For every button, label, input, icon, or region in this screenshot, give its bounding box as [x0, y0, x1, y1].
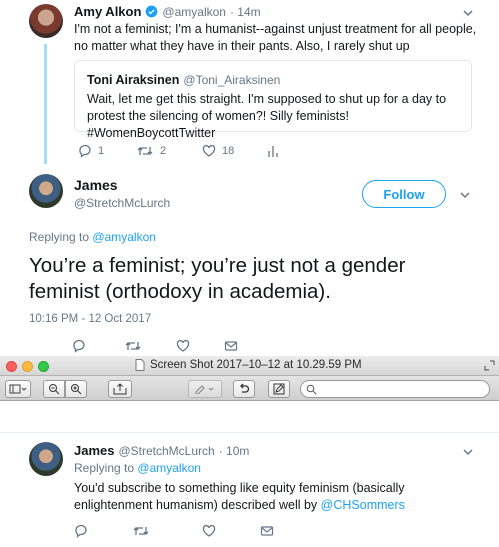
tweet2-text: You’re a feminist; you’re just not a gen…	[29, 254, 406, 303]
analytics-button[interactable]	[266, 144, 280, 158]
tweet3-replying-to: Replying to @amyalkon	[74, 461, 201, 475]
tweet1-author-name[interactable]: Amy Alkon	[74, 4, 141, 19]
tweet2-timestamp[interactable]: 10:16 PM - 12 Oct 2017	[29, 313, 151, 325]
tweet3-actions	[74, 524, 274, 538]
rotate-icon	[238, 383, 250, 395]
retweet-icon	[136, 144, 154, 158]
reply-icon	[78, 144, 92, 158]
like-button[interactable]: 18	[202, 144, 234, 158]
tweet1-time[interactable]: · 14m	[230, 5, 261, 19]
reply-count: 1	[98, 145, 105, 157]
reply-icon[interactable]	[74, 524, 88, 538]
zoom-out-button[interactable]	[43, 380, 65, 398]
quoted-author-name: Toni Airaksinen	[87, 73, 180, 87]
reply-button[interactable]: 1	[78, 144, 104, 158]
retweet-icon[interactable]	[132, 524, 150, 538]
tweet2-author-name[interactable]: James	[74, 177, 118, 193]
sidebar-icon	[9, 384, 27, 394]
preview-titlebar: Screen Shot 2017–10–12 at 10.29.59 PM	[0, 356, 499, 376]
search-field[interactable]	[300, 380, 490, 398]
heart-icon[interactable]	[202, 524, 216, 538]
share-icon	[113, 383, 127, 395]
tweet2-author-handle[interactable]: @StretchMcLurch	[74, 196, 170, 210]
zoom-window-button[interactable]	[38, 361, 49, 372]
tweet1-author-handle[interactable]: @amyalkon	[162, 5, 226, 19]
quoted-text: Wait, let me get this straight. I'm supp…	[87, 92, 447, 140]
replying-to-mention[interactable]: @amyalkon	[92, 230, 156, 244]
tweet1-menu-chevron-icon[interactable]	[461, 6, 475, 20]
zoom-in-button[interactable]	[65, 380, 87, 398]
tweet1-header: Amy Alkon @amyalkon · 14m	[74, 4, 261, 19]
avatar-james[interactable]	[29, 174, 63, 208]
tweet3-header: James @StretchMcLurch · 10m	[74, 443, 249, 458]
tweet3-author-handle[interactable]: @StretchMcLurch	[118, 444, 214, 458]
reply-icon[interactable]	[72, 339, 86, 353]
replying-prefix: Replying to	[74, 461, 135, 475]
minimize-window-button[interactable]	[22, 361, 33, 372]
avatar-james-small[interactable]	[29, 442, 63, 476]
highlight-button[interactable]	[188, 380, 222, 398]
window-title: Screen Shot 2017–10–12 at 10.29.59 PM	[135, 359, 362, 371]
quoted-tweet[interactable]: Toni Airaksinen @Toni_Airaksinen Wait, l…	[74, 60, 472, 140]
verified-badge-icon	[145, 5, 158, 18]
retweet-button[interactable]: 2	[136, 144, 166, 158]
rotate-button[interactable]	[233, 380, 255, 398]
heart-icon	[202, 144, 216, 158]
bar-chart-icon	[266, 144, 280, 158]
avatar-amy-alkon[interactable]	[29, 4, 63, 38]
search-icon	[306, 384, 317, 395]
zoom-out-icon	[48, 383, 60, 395]
window-title-text: Screen Shot 2017–10–12 at 10.29.59 PM	[150, 359, 362, 371]
close-window-button[interactable]	[6, 361, 17, 372]
markup-pen-icon	[273, 383, 285, 395]
highlighter-icon	[194, 384, 216, 394]
thread-line	[44, 44, 47, 164]
tweet1-actions: 1 2 18	[78, 144, 298, 160]
replying-prefix: Replying to	[29, 230, 90, 244]
tweet3-menu-chevron-icon[interactable]	[461, 445, 475, 459]
share-button[interactable]	[108, 380, 132, 398]
tweet3-time[interactable]: · 10m	[219, 444, 250, 458]
preview-toolbar	[0, 376, 499, 401]
follow-button[interactable]: Follow	[362, 180, 446, 208]
document-icon	[135, 359, 145, 371]
retweet-count: 2	[160, 145, 167, 157]
markup-button[interactable]	[268, 380, 290, 398]
tweet2-actions	[72, 339, 242, 353]
tweet2-menu-chevron-icon[interactable]	[458, 188, 472, 202]
tweet3-author-name[interactable]: James	[74, 443, 114, 458]
retweet-icon[interactable]	[124, 339, 142, 353]
direct-message-icon[interactable]	[224, 339, 238, 353]
quoted-author-handle: @Toni_Airaksinen	[183, 73, 281, 87]
heart-icon[interactable]	[176, 339, 190, 353]
sidebar-view-button[interactable]	[5, 380, 31, 398]
direct-message-icon[interactable]	[260, 524, 274, 538]
section-divider	[0, 432, 499, 433]
fullscreen-icon[interactable]	[484, 360, 495, 371]
like-count: 18	[222, 145, 235, 157]
replying-to-mention[interactable]: @amyalkon	[137, 461, 201, 475]
tweet3-mention[interactable]: @CHSommers	[321, 498, 405, 512]
tweet1-text: I'm not a feminist; I'm a humanist--agai…	[74, 22, 477, 53]
zoom-in-icon	[70, 383, 82, 395]
tweet2-replying-to: Replying to @amyalkon	[29, 230, 156, 244]
tweet3-text-block: You'd subscribe to something like equity…	[74, 480, 464, 514]
